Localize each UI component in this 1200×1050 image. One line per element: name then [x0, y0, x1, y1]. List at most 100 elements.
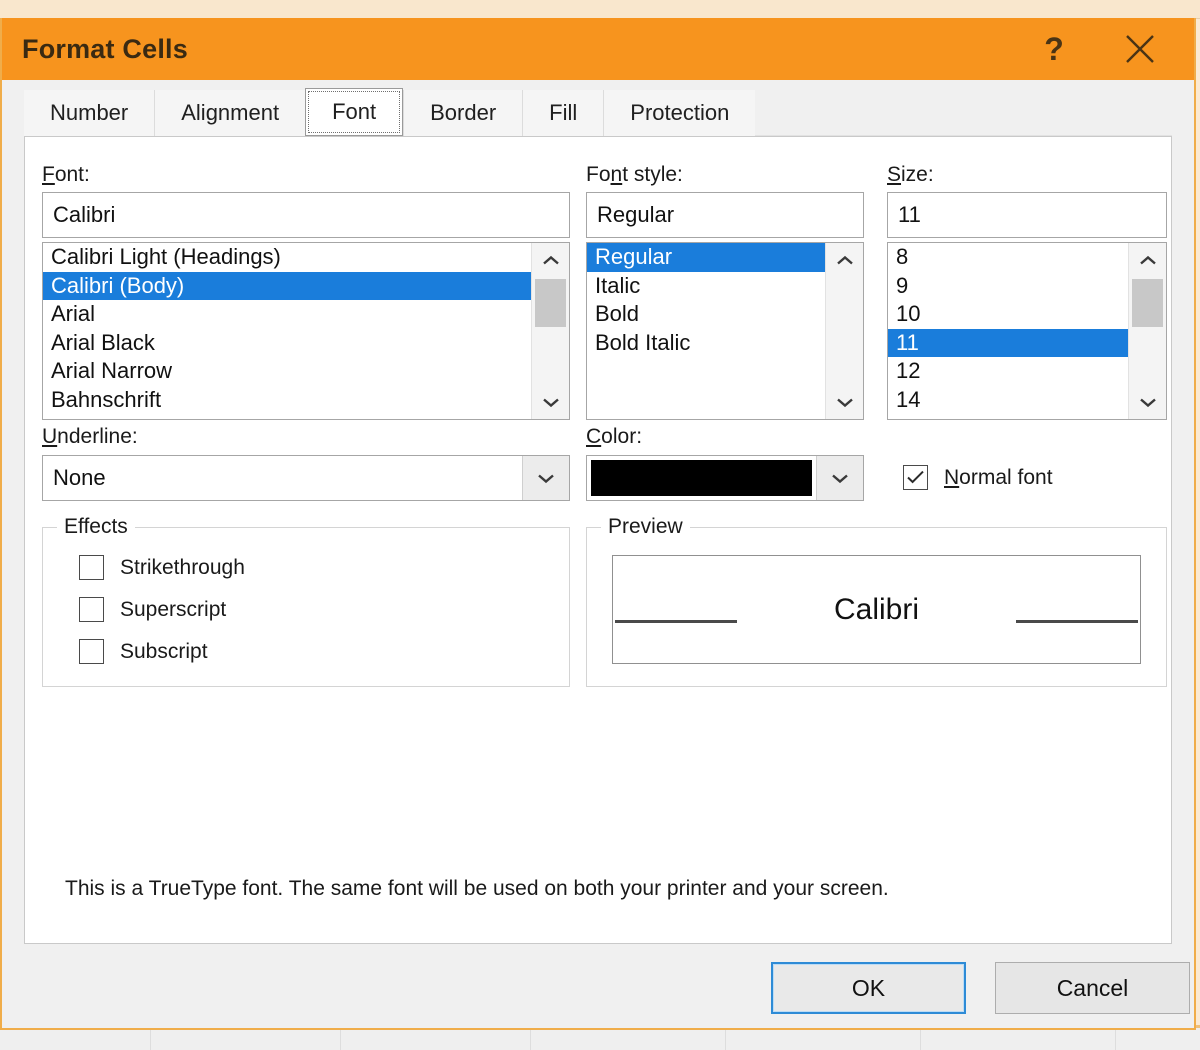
checkbox-icon[interactable]	[79, 597, 104, 622]
size-label-rest: ize:	[901, 163, 934, 186]
checkbox-icon[interactable]	[79, 555, 104, 580]
tab-alignment[interactable]: Alignment	[154, 90, 306, 136]
checkbox-icon[interactable]	[79, 639, 104, 664]
list-item[interactable]: Bold	[587, 300, 825, 329]
subscript-checkbox-row[interactable]: Subscript	[79, 639, 208, 664]
list-item[interactable]: Calibri Light (Headings)	[43, 243, 531, 272]
list-item[interactable]: Arial	[43, 300, 531, 329]
size-input[interactable]: 11	[887, 192, 1167, 238]
chevron-down-icon[interactable]	[816, 456, 863, 500]
color-label: Color:	[586, 425, 642, 449]
superscript-label: Superscript	[120, 597, 227, 621]
font-listbox[interactable]: Calibri Light (Headings) Calibri (Body) …	[42, 242, 570, 420]
tab-label: Border	[430, 100, 497, 125]
dialog-title: Format Cells	[22, 34, 188, 64]
color-label-rest: olor:	[601, 425, 643, 448]
tab-label: Font	[332, 99, 377, 124]
cancel-button[interactable]: Cancel	[995, 962, 1190, 1014]
font-style-list-items: Regular Italic Bold Bold Italic	[587, 243, 825, 419]
normal-font-label-rest: ormal font	[959, 465, 1053, 489]
font-style-listbox[interactable]: Regular Italic Bold Bold Italic	[586, 242, 864, 420]
dialog-footer: OK Cancel	[2, 944, 1194, 1028]
font-label-mnemonic: F	[42, 163, 55, 186]
font-tab-panel: Font: Calibri Calibri Light (Headings) C…	[24, 136, 1172, 944]
question-mark-icon[interactable]: ?	[1026, 18, 1082, 80]
tab-strip: Number Alignment Font Border Fill Protec…	[2, 80, 1194, 136]
color-swatch	[591, 460, 812, 496]
preview-legend: Preview	[601, 515, 690, 539]
chevron-down-icon[interactable]	[522, 456, 569, 500]
list-item[interactable]: Regular	[587, 243, 825, 272]
scroll-down-icon[interactable]	[1129, 385, 1166, 419]
dialog-title-bar: Format Cells ?	[2, 18, 1194, 80]
ok-button[interactable]: OK	[771, 962, 966, 1014]
underline-label: Underline:	[42, 425, 138, 449]
font-style-list-scrollbar[interactable]	[825, 243, 863, 419]
underline-label-rest: nderline:	[57, 425, 138, 448]
tab-label: Number	[50, 100, 129, 125]
font-style-input-value: Regular	[597, 202, 675, 227]
list-item[interactable]: 14	[888, 386, 1128, 415]
tab-protection[interactable]: Protection	[603, 90, 756, 136]
scroll-down-icon[interactable]	[532, 385, 569, 419]
tab-font[interactable]: Font	[305, 88, 404, 136]
font-style-label-rest: t style:	[622, 163, 683, 186]
scrollbar-thumb[interactable]	[1132, 279, 1163, 327]
size-list-scrollbar[interactable]	[1128, 243, 1166, 419]
scroll-up-icon[interactable]	[1129, 243, 1166, 277]
font-label: Font:	[42, 163, 90, 187]
tab-border[interactable]: Border	[403, 90, 523, 136]
scroll-down-icon[interactable]	[826, 385, 863, 419]
size-label: Size:	[887, 163, 934, 187]
normal-font-label: Normal font	[944, 466, 1053, 490]
size-input-value: 11	[898, 202, 921, 227]
format-cells-dialog: Format Cells ? Number Alignment Font Bor…	[0, 18, 1196, 1030]
strikethrough-label: Strikethrough	[120, 555, 245, 579]
underline-dropdown[interactable]: None	[42, 455, 570, 501]
superscript-checkbox-row[interactable]: Superscript	[79, 597, 226, 622]
preview-group: Preview Calibri	[586, 515, 1167, 687]
checkbox-icon[interactable]	[903, 465, 928, 490]
preview-box: Calibri	[612, 555, 1141, 664]
list-item[interactable]: Italic	[587, 272, 825, 301]
font-description: This is a TrueType font. The same font w…	[65, 877, 889, 900]
effects-legend: Effects	[57, 515, 135, 539]
list-item[interactable]: 10	[888, 300, 1128, 329]
color-label-mnemonic: C	[586, 425, 602, 448]
scroll-up-icon[interactable]	[826, 243, 863, 277]
tab-fill[interactable]: Fill	[522, 90, 604, 136]
ribbon-strip	[0, 0, 1200, 19]
list-item[interactable]: 12	[888, 357, 1128, 386]
underline-label-mnemonic: U	[42, 425, 58, 448]
list-item[interactable]: 11	[888, 328, 1128, 357]
tab-number[interactable]: Number	[24, 90, 155, 136]
underline-value: None	[53, 465, 106, 490]
effects-group: Effects Strikethrough Superscript Subscr…	[42, 515, 570, 687]
list-item[interactable]: Arial Black	[43, 329, 531, 358]
font-style-input[interactable]: Regular	[586, 192, 864, 238]
list-item[interactable]: Calibri (Body)	[43, 271, 531, 300]
list-item[interactable]: 8	[888, 243, 1128, 272]
list-item[interactable]: Arial Narrow	[43, 357, 531, 386]
font-style-label: Font style:	[586, 163, 683, 186]
close-icon[interactable]	[1112, 18, 1168, 80]
font-list-scrollbar[interactable]	[531, 243, 569, 419]
tab-label: Fill	[549, 100, 578, 125]
list-item[interactable]: Bold Italic	[587, 329, 825, 358]
font-style-label-prefix: Fo	[586, 163, 611, 186]
list-item[interactable]: Bahnschrift	[43, 386, 531, 415]
font-input[interactable]: Calibri	[42, 192, 570, 238]
scrollbar-thumb[interactable]	[535, 279, 566, 327]
font-input-value: Calibri	[53, 202, 116, 227]
color-dropdown[interactable]	[586, 455, 864, 501]
scroll-up-icon[interactable]	[532, 243, 569, 277]
normal-font-checkbox-row[interactable]: Normal font	[903, 465, 1053, 490]
tab-label: Alignment	[181, 100, 280, 125]
size-list-items: 8 9 10 11 12 14	[888, 243, 1128, 419]
size-label-mnemonic: S	[887, 163, 902, 186]
list-item[interactable]: 9	[888, 272, 1128, 301]
preview-sample-text: Calibri	[833, 592, 920, 626]
size-listbox[interactable]: 8 9 10 11 12 14	[887, 242, 1167, 420]
strikethrough-checkbox-row[interactable]: Strikethrough	[79, 555, 245, 580]
tab-label: Protection	[630, 100, 730, 125]
